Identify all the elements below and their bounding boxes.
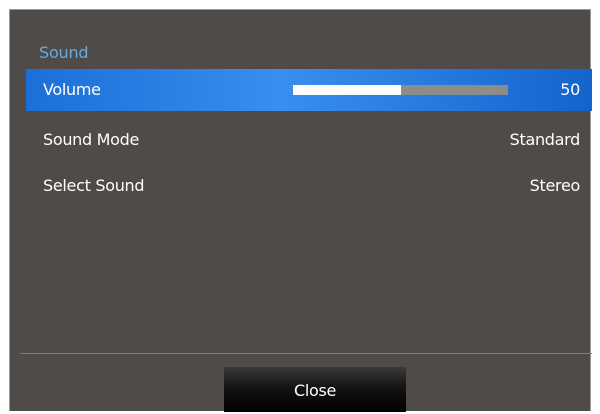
volume-label: Volume [43,80,101,99]
volume-value: 50 [560,80,580,99]
select-sound-label: Select Sound [43,176,145,195]
volume-slider-fill [293,85,401,95]
menu-title: Sound [39,43,89,62]
select-sound-value: Stereo [529,176,581,195]
footer-divider [20,353,592,354]
sound-mode-value: Standard [509,130,581,149]
close-button[interactable]: Close [224,367,406,412]
menu-item-volume[interactable]: Volume 50 [26,69,592,111]
sound-mode-label: Sound Mode [43,130,140,149]
sound-menu-panel: Sound Volume 50 Sound Mode Standard Sele… [9,9,592,412]
volume-slider[interactable] [293,85,508,95]
menu-item-select-sound[interactable]: Select Sound Stereo [26,165,592,207]
menu-item-sound-mode[interactable]: Sound Mode Standard [26,119,592,161]
